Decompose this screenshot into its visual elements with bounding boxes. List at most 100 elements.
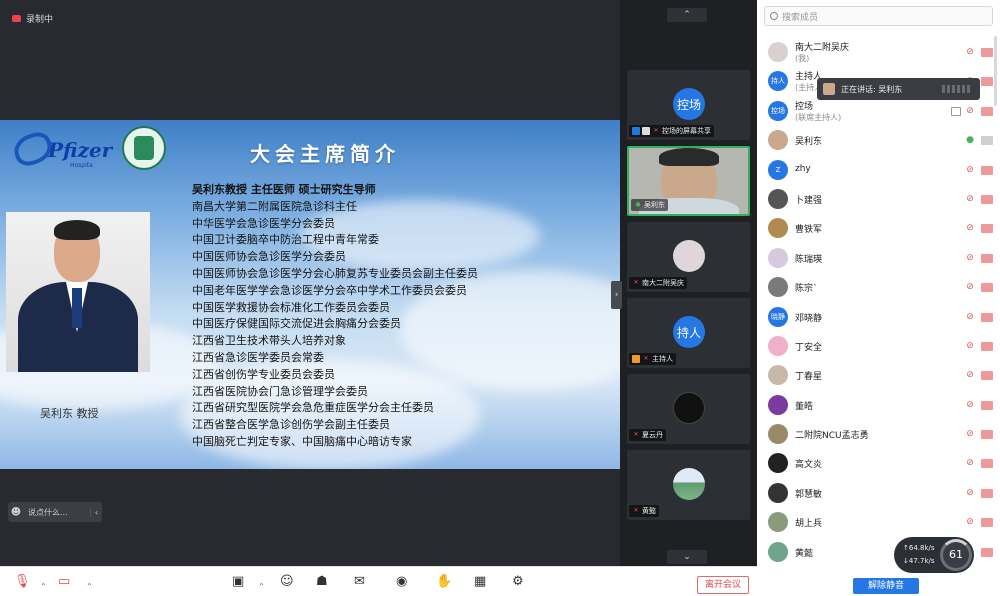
bio-line: 中华医学会急诊医学分会委员 xyxy=(192,216,335,230)
participant-row[interactable]: 高文炎 ⊘ xyxy=(757,449,1000,478)
chat-icon[interactable]: ✉ xyxy=(354,575,365,589)
audio-level-icon xyxy=(942,85,972,93)
main-stage: 录制中 Pfizer Hospita 大会主席简介 吴利东 教授 吴利东教授 主… xyxy=(0,0,620,566)
video-tile[interactable]: 控场 ✕ 控场的屏幕共享 xyxy=(627,70,750,140)
bio-line: 中国老年医学学会急诊医学分会卒中学术工作委员会委员 xyxy=(192,283,467,297)
avatar xyxy=(768,453,788,474)
chevron-up-icon[interactable]: ⌃ xyxy=(86,580,93,594)
network-speed-widget[interactable]: ↑64.8k/s ↓47.7k/s 61 xyxy=(894,537,974,573)
avatar xyxy=(768,247,788,268)
chevron-up-icon[interactable]: ⌃ xyxy=(40,580,47,594)
bio-line: 江西省研究型医院学会急危重症医学分会主任委员 xyxy=(192,401,434,415)
camera-off-icon[interactable]: ▭ xyxy=(58,575,70,589)
search-input[interactable]: 搜索成员 xyxy=(764,6,993,26)
camera-off-icon[interactable] xyxy=(981,224,993,234)
mic-off-icon[interactable]: 🎙 xyxy=(14,575,31,589)
mic-off-icon[interactable]: ⊘ xyxy=(965,341,975,352)
camera-off-icon[interactable] xyxy=(981,77,993,87)
mic-off-icon[interactable]: ⊘ xyxy=(965,400,975,411)
participant-row[interactable]: 南大二附吴庆 (我) ⊘ xyxy=(757,38,1000,67)
mic-off-icon[interactable]: ⊘ xyxy=(965,47,975,58)
tile-avatar xyxy=(673,468,705,500)
mic-off-icon[interactable]: ⊘ xyxy=(965,517,975,528)
mic-off-icon[interactable]: ⊘ xyxy=(965,253,975,264)
mic-off-icon[interactable]: ⊘ xyxy=(965,282,975,293)
camera-icon[interactable] xyxy=(981,136,993,146)
camera-off-icon[interactable] xyxy=(981,253,993,263)
mic-off-icon[interactable]: ⊘ xyxy=(965,194,975,205)
invite-icon[interactable]: ☺ xyxy=(280,575,294,589)
participant-row[interactable]: 丁春星 ⊘ xyxy=(757,361,1000,390)
avatar xyxy=(768,335,788,356)
camera-off-icon[interactable] xyxy=(981,48,993,57)
mic-off-icon[interactable]: ⊘ xyxy=(965,223,975,234)
scroll-down-button[interactable]: ⌄ xyxy=(667,550,707,564)
video-tile[interactable]: ✕ 夏云丹 xyxy=(627,374,750,444)
avatar: Z xyxy=(768,159,788,180)
participant-row[interactable]: 董皓 ⊘ xyxy=(757,391,1000,420)
participant-row[interactable]: 胡上兵 ⊘ xyxy=(757,508,1000,537)
camera-off-icon[interactable] xyxy=(981,430,993,440)
mic-off-icon[interactable]: ⊘ xyxy=(965,106,975,117)
expand-strip-button[interactable]: › xyxy=(611,281,622,309)
apps-icon[interactable]: ▦ xyxy=(474,575,486,589)
collapse-chat-icon[interactable]: ‹ xyxy=(90,507,102,517)
tile-avatar: 控场 xyxy=(673,88,705,120)
participants-icon[interactable]: ☗ xyxy=(316,575,328,589)
mic-off-icon[interactable]: ⊘ xyxy=(965,165,975,176)
bio-line: 江西省卫生技术带头人培养对象 xyxy=(192,334,346,348)
mic-off-icon: ✕ xyxy=(633,431,639,438)
camera-off-icon[interactable] xyxy=(981,547,993,557)
camera-off-icon[interactable] xyxy=(981,312,993,322)
participant-row[interactable]: 吴利东 ● xyxy=(757,126,1000,155)
participant-row[interactable]: 控场 控场 (联席主持人) ⊘ xyxy=(757,97,1000,126)
video-tile-active[interactable]: ● 吴利东 xyxy=(627,146,750,216)
video-tile[interactable]: ✕ 黄懿 xyxy=(627,450,750,520)
download-speed: ↓47.7k/s xyxy=(903,557,935,565)
camera-off-icon[interactable] xyxy=(981,400,993,410)
unmute-all-button[interactable]: 解除静音 xyxy=(853,578,919,594)
participant-row[interactable]: 丁安全 ⊘ xyxy=(757,332,1000,361)
camera-off-icon[interactable] xyxy=(981,518,993,528)
user-icon xyxy=(632,127,640,135)
camera-off-icon[interactable] xyxy=(981,371,993,381)
chat-input[interactable]: ☻ 说点什么... ‹ xyxy=(8,502,102,522)
participant-row[interactable]: 晓静 邓晓静 ⊘ xyxy=(757,303,1000,332)
bio-line: 中国医疗保健国际交流促进会胸痛分会委员 xyxy=(192,317,401,331)
mic-off-icon[interactable]: ⊘ xyxy=(965,312,975,323)
participant-row[interactable]: 郭慧敏 ⊘ xyxy=(757,479,1000,508)
record-icon[interactable]: ◉ xyxy=(396,575,407,589)
mic-on-icon[interactable]: ● xyxy=(965,135,975,146)
camera-off-icon[interactable] xyxy=(981,488,993,498)
camera-off-icon[interactable] xyxy=(981,283,993,293)
screen-share-icon xyxy=(951,106,961,116)
mic-off-icon[interactable]: ⊘ xyxy=(965,429,975,440)
participant-row[interactable]: 陈瑞瑛 ⊘ xyxy=(757,244,1000,273)
participant-row[interactable]: 二附院NCU孟志勇 ⊘ xyxy=(757,420,1000,449)
camera-off-icon[interactable] xyxy=(981,459,993,469)
video-tile[interactable]: 持人 ✕ 主持人 xyxy=(627,298,750,368)
mic-off-icon[interactable]: ⊘ xyxy=(965,370,975,381)
mic-off-icon[interactable]: ⊘ xyxy=(965,458,975,469)
settings-icon[interactable]: ⚙ xyxy=(512,575,524,589)
emoji-icon[interactable]: ☻ xyxy=(8,507,24,518)
share-screen-icon[interactable]: ▣ xyxy=(232,575,244,589)
mic-off-icon[interactable]: ⊘ xyxy=(965,488,975,499)
tile-label: ✕ 夏云丹 xyxy=(629,429,666,441)
participant-row[interactable]: 卜建强 ⊘ xyxy=(757,185,1000,214)
search-placeholder: 搜索成员 xyxy=(782,12,819,23)
chevron-up-icon[interactable]: ⌃ xyxy=(258,580,265,594)
camera-off-icon[interactable] xyxy=(981,194,993,204)
participant-row[interactable]: Z zhy ⊘ xyxy=(757,156,1000,185)
participant-row[interactable]: 陈宗` ⊘ xyxy=(757,273,1000,302)
leave-meeting-button[interactable]: 离开会议 xyxy=(697,576,749,594)
avatar xyxy=(768,130,788,151)
video-tile[interactable]: ✕ 南大二附吴庆 xyxy=(627,222,750,292)
screen-share-icon xyxy=(642,127,650,135)
camera-off-icon[interactable] xyxy=(981,106,993,116)
raise-hand-icon[interactable]: ✋ xyxy=(436,575,452,589)
camera-off-icon[interactable] xyxy=(981,165,993,175)
camera-off-icon[interactable] xyxy=(981,341,993,351)
scroll-up-button[interactable]: ⌃ xyxy=(667,8,707,22)
participant-row[interactable]: 曹铁军 ⊘ xyxy=(757,214,1000,243)
